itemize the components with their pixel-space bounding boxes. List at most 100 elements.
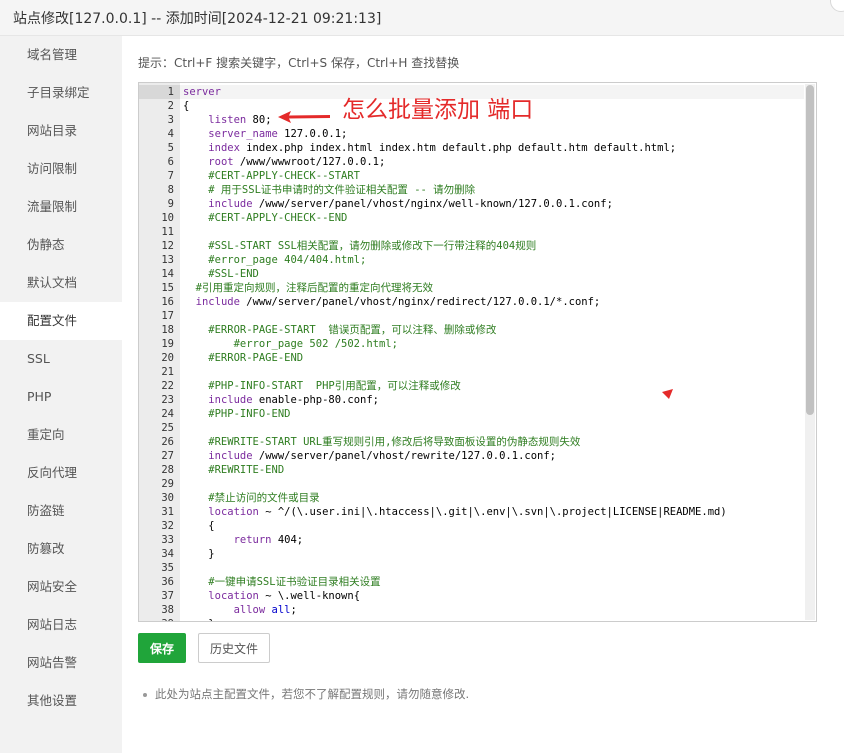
line-number: 28 — [161, 464, 174, 476]
line-text: root /www/wwwroot/127.0.0.1; — [208, 156, 386, 168]
sidebar-item-other-settings[interactable]: 其他设置 — [0, 682, 122, 720]
sidebar-item-site-logs[interactable]: 网站日志 — [0, 606, 122, 644]
code-line[interactable]: 18 #ERROR-PAGE-START 错误页配置，可以注释、删除或修改 — [139, 323, 804, 337]
code-line[interactable]: 35 — [139, 561, 804, 575]
code-line[interactable]: 34 } — [139, 547, 804, 561]
code-line[interactable]: 15 #引用重定向规则，注释后配置的重定向代理将无效 — [139, 281, 804, 295]
code-line[interactable]: 25 — [139, 421, 804, 435]
line-number: 27 — [161, 450, 174, 462]
line-number: 39 — [139, 617, 180, 621]
code-line[interactable]: 37 location ~ \.well-known{ — [139, 589, 804, 603]
code-line[interactable]: 22 #PHP-INFO-START PHP引用配置，可以注释或修改 — [139, 379, 804, 393]
line-number: 30 — [161, 492, 174, 504]
sidebar-item-domains[interactable]: 域名管理 — [0, 36, 122, 74]
line-text: { — [183, 100, 190, 112]
line-text: #error_page 404/404.html; — [183, 254, 367, 266]
code-line[interactable]: 17 — [139, 309, 804, 323]
code-line[interactable]: 36 #一键申请SSL证书验证目录相关设置 — [139, 575, 804, 589]
sidebar-item-redirect[interactable]: 重定向 — [0, 416, 122, 454]
line-text: #REWRITE-START URL重写规则引用,修改后将导致面板设置的伪静态规… — [183, 436, 581, 448]
sidebar-item-tamper-proof[interactable]: 防篡改 — [0, 530, 122, 568]
line-text: index index.php index.html index.htm def… — [208, 142, 677, 154]
code-line[interactable]: 28 #REWRITE-END — [139, 463, 804, 477]
line-number: 12 — [161, 240, 174, 252]
line-text: } — [183, 548, 215, 560]
code-line[interactable]: 29 — [139, 477, 804, 491]
code-line[interactable]: 10 #CERT-APPLY-CHECK--END — [139, 211, 804, 225]
code-line[interactable]: 11 — [139, 225, 804, 239]
sidebar-item-access-limit[interactable]: 访问限制 — [0, 150, 122, 188]
code-line[interactable]: 7 #CERT-APPLY-CHECK--START — [139, 169, 804, 183]
code-line[interactable]: 39 } — [139, 617, 804, 621]
code-line[interactable]: 6 root /www/wwwroot/127.0.0.1; — [139, 155, 804, 169]
code-line[interactable]: 8 # 用于SSL证书申请时的文件验证相关配置 -- 请勿删除 — [139, 183, 804, 197]
code-line[interactable]: 31 location ~ ^/(\.user.ini|\.htaccess|\… — [139, 505, 804, 519]
line-number: 23 — [161, 394, 174, 406]
code-line[interactable]: 24 #PHP-INFO-END — [139, 407, 804, 421]
editor-scrollbar-thumb[interactable] — [806, 85, 814, 415]
line-text: #CERT-APPLY-CHECK--END — [183, 212, 348, 224]
code-line[interactable]: 19 #error_page 502 /502.html; — [139, 337, 804, 351]
save-button[interactable]: 保存 — [138, 633, 186, 663]
code-line[interactable]: 30 #禁止访问的文件或目录 — [139, 491, 804, 505]
sidebar-item-hotlink[interactable]: 防盗链 — [0, 492, 122, 530]
line-number: 21 — [161, 366, 174, 378]
code-editor[interactable]: 1 server 2{3 listen 80; 4 server_name 127.0… — [138, 82, 817, 622]
line-text: #error_page 502 /502.html; — [183, 338, 398, 350]
code-line[interactable]: 12 #SSL-START SSL相关配置，请勿删除或修改下一行带注释的404规… — [139, 239, 804, 253]
sidebar-item-site-security[interactable]: 网站安全 — [0, 568, 122, 606]
editor-scrollbar[interactable] — [805, 84, 815, 620]
sidebar-item-traffic-limit[interactable]: 流量限制 — [0, 188, 122, 226]
line-number: 38 — [161, 604, 174, 616]
line-text: listen 80; — [208, 114, 272, 126]
code-line[interactable]: 26 #REWRITE-START URL重写规则引用,修改后将导致面板设置的伪… — [139, 435, 804, 449]
sidebar-item-ssl[interactable]: SSL — [0, 340, 122, 378]
code-line[interactable]: 27 include /www/server/panel/vhost/rewri… — [139, 449, 804, 463]
line-text: #PHP-INFO-START PHP引用配置，可以注释或修改 — [183, 380, 461, 392]
code-lines[interactable]: 1 server 2{3 listen 80; 4 server_name 127.0… — [139, 85, 804, 621]
dialog-title: 站点修改[127.0.0.1] -- 添加时间[2024-12-21 09:21… — [13, 11, 382, 27]
line-text: #SSL-START SSL相关配置，请勿删除或修改下一行带注释的404规则 — [183, 240, 537, 252]
code-line[interactable]: 32 { — [139, 519, 804, 533]
code-line[interactable]: 14 #SSL-END — [139, 267, 804, 281]
sidebar-item-site-alerts[interactable]: 网站告警 — [0, 644, 122, 682]
code-line[interactable]: 13 #error_page 404/404.html; — [139, 253, 804, 267]
sidebar-item-site-directory[interactable]: 网站目录 — [0, 112, 122, 150]
line-number: 1 — [139, 85, 180, 99]
code-line[interactable]: 9 include /www/server/panel/vhost/nginx/… — [139, 197, 804, 211]
annotation-arrow-icon — [278, 111, 330, 123]
code-line[interactable]: 38 allow all; — [139, 603, 804, 617]
code-line[interactable]: 5 index index.php index.html index.htm d… — [139, 141, 804, 155]
line-number: 22 — [161, 380, 174, 392]
sidebar-item-reverse-proxy[interactable]: 反向代理 — [0, 454, 122, 492]
line-number: 20 — [161, 352, 174, 364]
sidebar-item-subdir-binding[interactable]: 子目录绑定 — [0, 74, 122, 112]
line-number: 25 — [161, 422, 174, 434]
code-line[interactable]: 20 #ERROR-PAGE-END — [139, 351, 804, 365]
sidebar-item-rewrite[interactable]: 伪静态 — [0, 226, 122, 264]
code-line[interactable]: 4 server_name 127.0.0.1; — [139, 127, 804, 141]
code-line[interactable]: 16 include /www/server/panel/vhost/nginx… — [139, 295, 804, 309]
line-number: 26 — [161, 436, 174, 448]
line-number: 14 — [161, 268, 174, 280]
line-number: 6 — [167, 156, 174, 168]
line-text: #PHP-INFO-END — [183, 408, 291, 420]
line-text: #SSL-END — [183, 268, 259, 280]
line-text: include /www/server/panel/vhost/rewrite/… — [208, 450, 556, 462]
line-text: location ~ ^/(\.user.ini|\.htaccess|\.gi… — [208, 506, 727, 518]
config-warning-text: 此处为站点主配置文件，若您不了解配置规则，请勿随意修改. — [155, 687, 470, 701]
history-files-button[interactable]: 历史文件 — [198, 633, 270, 663]
code-line[interactable]: 33 return 404; — [139, 533, 804, 547]
code-line[interactable]: 23 include enable-php-80.conf; — [139, 393, 804, 407]
line-text: location ~ \.well-known{ — [208, 590, 361, 602]
line-number: 24 — [161, 408, 174, 420]
line-number: 33 — [161, 534, 174, 546]
line-text: return 404; — [233, 534, 304, 546]
sidebar-item-config-file[interactable]: 配置文件 — [0, 302, 122, 340]
line-text: #一键申请SSL证书验证目录相关设置 — [183, 576, 381, 588]
code-line[interactable]: 21 — [139, 365, 804, 379]
close-icon[interactable] — [830, 0, 844, 12]
sidebar-item-default-doc[interactable]: 默认文档 — [0, 264, 122, 302]
sidebar-item-php[interactable]: PHP — [0, 378, 122, 416]
annotation-text: 怎么批量添加 端口 — [342, 97, 534, 123]
